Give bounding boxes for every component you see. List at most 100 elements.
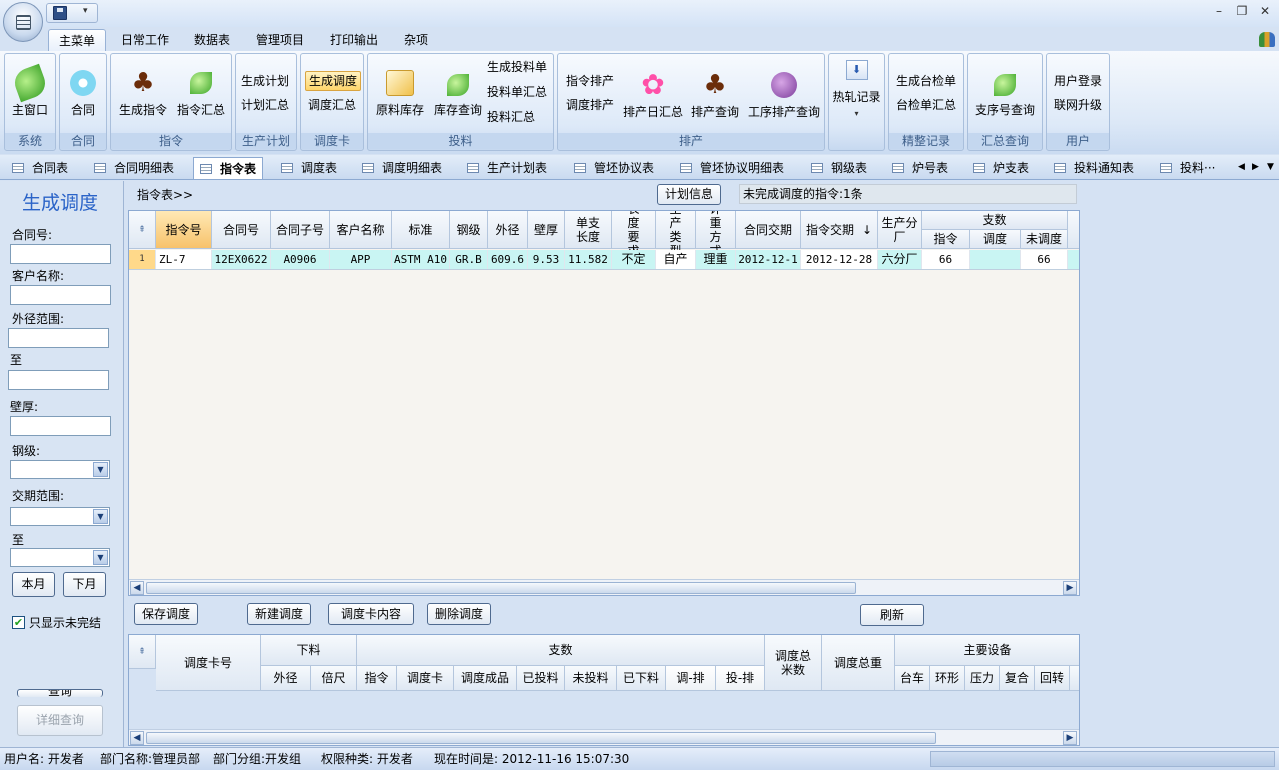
doc-tab-heat-branch[interactable]: 炉支表 [973,157,1029,179]
tab-list-icon[interactable]: ▼ [1267,162,1274,172]
doc-tab-order[interactable]: 指令表 [193,157,264,179]
restore-button[interactable]: ❐ [1234,4,1250,18]
col-order-due[interactable]: 指令交期 ↓ [801,211,878,249]
doc-tab-dispatch-detail[interactable]: 调度明细表 [362,157,442,179]
col-total-weight[interactable]: 调度总重 [822,635,895,691]
col-od[interactable]: 外径 [488,211,528,249]
doc-tab-feed-notice[interactable]: 投料通知表 [1054,157,1134,179]
user-login-button[interactable]: 用户登录 [1054,71,1102,91]
doc-tab-contract-detail[interactable]: 合同明细表 [94,157,174,179]
od-min-field[interactable] [8,328,109,348]
cell-length[interactable]: 11.582 [565,250,612,269]
cell-contract-no[interactable]: 12EX0622 [212,250,271,269]
tab-manage-items[interactable]: 管理项目 [246,29,314,51]
col-customer[interactable]: 客户名称 [330,211,392,249]
users-icon[interactable] [1259,32,1275,47]
this-month-button[interactable]: 本月 [12,572,55,597]
cell-order-due[interactable]: 2012-12-28 [801,250,878,269]
cell-qty-left[interactable]: 66 [1021,250,1068,269]
doc-tab-billet-agreement-detail[interactable]: 管坯协议明细表 [680,157,784,179]
minimize-button[interactable]: – [1211,4,1227,18]
cell-length-req[interactable]: 不定 [612,250,656,269]
order-summary-button[interactable]: 指令汇总 [173,68,229,118]
wall-field[interactable] [10,416,111,436]
plan-summary-button[interactable]: 计划汇总 [241,95,289,115]
dispatch-card-content-button[interactable]: 调度卡内容 [328,603,414,625]
doc-tab-heat-number[interactable]: 炉号表 [892,157,948,179]
query-button[interactable]: 查询 [17,689,103,697]
col-length-req[interactable]: 长度要求 [612,211,656,258]
cell-sub-no[interactable]: A0906 [271,250,330,269]
col-cut-multiple[interactable]: 倍尺 [311,666,357,691]
main-window-button[interactable]: 主窗口 [7,63,53,118]
col-contract-no[interactable]: 合同号 [212,211,271,249]
cell-customer[interactable]: APP [330,250,392,269]
scroll-thumb[interactable] [146,582,856,594]
contract-button[interactable]: 合同 [62,68,104,118]
cell-plant[interactable]: 六分厂 [878,250,922,269]
tab-data-tables[interactable]: 数据表 [184,29,240,51]
app-menu-button[interactable] [3,2,43,42]
scroll-right-icon[interactable]: ▶ [1063,731,1077,745]
tab-misc[interactable]: 杂项 [394,29,438,51]
inspection-summary-button[interactable]: 台检单汇总 [896,95,956,115]
tab-main-menu[interactable]: 主菜单 [48,29,107,51]
col-contract-due[interactable]: 合同交期 [736,211,801,249]
unfinished-checkbox[interactable]: ✔ [12,616,25,629]
raw-stock-button[interactable]: 原料库存 [372,70,428,118]
cell-standard[interactable]: ASTM A10 [392,250,450,269]
cell-weigh-method[interactable]: 理重 [696,250,736,269]
tab-scroll-left-icon[interactable]: ◀ [1238,162,1245,172]
doc-tab-dispatch[interactable]: 调度表 [281,157,337,179]
generate-inspection-button[interactable]: 生成台检单 [896,71,956,91]
feed-summary-button[interactable]: 投料汇总 [487,107,535,127]
col-dispatch-schedule[interactable]: 调-排 [666,666,716,691]
col-plant[interactable]: 生产分厂 [878,211,922,249]
table-row[interactable]: 1 ZL-7 12EX0622 A0906 APP ASTM A10 GR.B … [129,250,1079,270]
generate-dispatch-button[interactable]: 生成调度 [305,71,362,91]
col-equip-press[interactable]: 压力 [965,666,1000,691]
col-cut-od[interactable]: 外径 [261,666,311,691]
schedule-query-button[interactable]: ♣ 排产查询 [688,70,742,120]
doc-tab-contract[interactable]: 合同表 [12,157,68,179]
col-qty-dispatch[interactable]: 调度 [970,230,1021,249]
grade-select[interactable]: ▼ [10,460,110,479]
customize-qat-icon[interactable]: ▾ [83,6,88,16]
new-dispatch-button[interactable]: 新建调度 [247,603,311,625]
delete-dispatch-button[interactable]: 删除调度 [427,603,491,625]
cell-contract-due[interactable]: 2012-12-1 [736,250,801,269]
scroll-left-icon[interactable]: ◀ [130,581,144,595]
cell-qty-order[interactable]: 66 [922,250,970,269]
col-card-no[interactable]: 调度卡号 [156,635,261,691]
col-prod-type[interactable]: 生产类型 [656,211,696,258]
dispatch-summary-button[interactable]: 调度汇总 [308,95,356,115]
next-month-button[interactable]: 下月 [63,572,106,597]
col-standard[interactable]: 标准 [392,211,450,249]
col-qty-order[interactable]: 指令 [357,666,397,691]
scroll-left-icon[interactable]: ◀ [130,731,144,745]
cell-order-no[interactable]: ZL-7 [156,250,212,269]
col-feed-schedule[interactable]: 投-排 [716,666,765,691]
schedule-daily-summary-button[interactable]: ✿ 排产日汇总 [621,70,685,120]
feed-sheet-summary-button[interactable]: 投料单汇总 [487,82,547,102]
col-qty-fed[interactable]: 已投料 [517,666,565,691]
col-qty-unfed[interactable]: 未投料 [565,666,617,691]
doc-tab-feed-more[interactable]: 投料··· [1160,157,1215,179]
col-qty-finished[interactable]: 调度成品 [454,666,517,691]
col-wall[interactable]: 壁厚 [528,211,565,249]
dispatch-card-grid[interactable]: ⇞ 调度卡号 下料 外径 倍尺 支数 指令 调度卡 调度成品 已投料 未投料 已… [128,634,1080,746]
dispatch-schedule-button[interactable]: 调度排产 [566,95,614,115]
stock-query-button[interactable]: 库存查询 [430,70,486,118]
doc-tab-billet-agreement[interactable]: 管坯协议表 [574,157,654,179]
col-equip-composite[interactable]: 复合 [1000,666,1035,691]
tab-daily-work[interactable]: 日常工作 [111,29,179,51]
col-qty-cut[interactable]: 已下料 [617,666,666,691]
generate-order-button[interactable]: ♣ 生成指令 [115,68,171,118]
cell-qty-dispatch[interactable] [970,250,1021,269]
contract-no-field[interactable] [10,244,111,264]
col-equip-ring[interactable]: 环形 [930,666,965,691]
cell-prod-type[interactable]: 自产 [656,250,696,269]
col-equip-trolley[interactable]: 台车 [895,666,930,691]
refresh-button[interactable]: 刷新 [860,604,924,626]
order-schedule-button[interactable]: 指令排产 [566,71,614,91]
